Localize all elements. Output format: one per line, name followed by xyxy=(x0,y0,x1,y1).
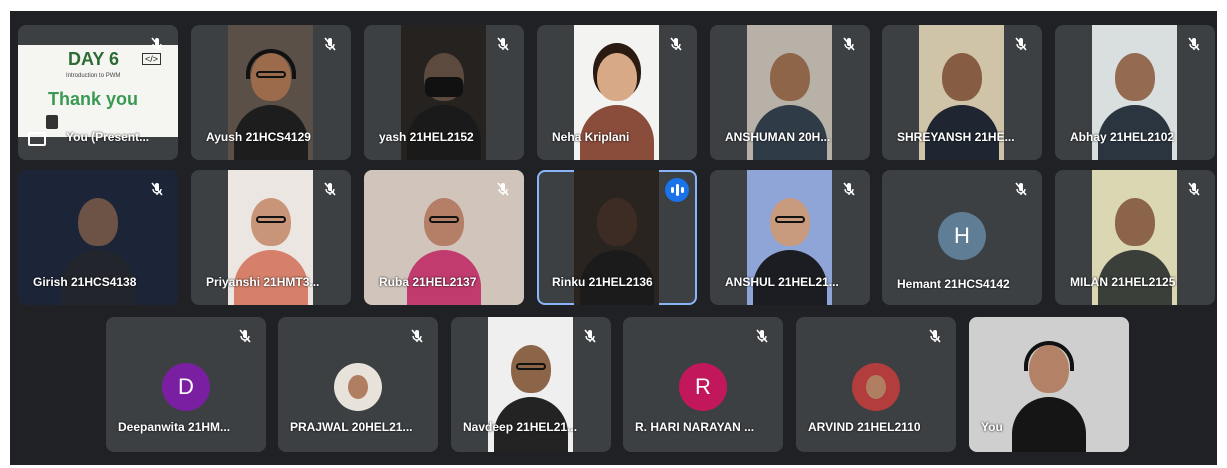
slide-subtitle: Introduction to PWM xyxy=(66,73,121,79)
participant-name: Navdeep 21HEL21... xyxy=(463,420,578,434)
glasses xyxy=(515,363,546,370)
mic-off-icon xyxy=(1184,179,1204,199)
participant-tile[interactable]: SHREYANSH 21HE... xyxy=(882,25,1042,160)
participant-avatar: H xyxy=(938,212,986,260)
participant-tile[interactable]: D Deepanwita 21HM... xyxy=(106,317,266,452)
participant-tile[interactable]: DAY 6 </> Introduction to PWM Thank you You … xyxy=(18,25,178,160)
mic-off-icon xyxy=(839,34,859,54)
person-head xyxy=(941,53,982,101)
participant-name: Ruba 21HEL2137 xyxy=(379,275,477,289)
participant-tile[interactable]: Priyanshi 21HMT3... xyxy=(191,170,351,305)
participant-tile[interactable]: Abhay 21HEL2102 xyxy=(1055,25,1215,160)
participant-name: Priyanshi 21HMT3... xyxy=(206,275,320,289)
participant-name: PRAJWAL 20HEL21... xyxy=(290,420,413,434)
presentation-preview: DAY 6 </> Introduction to PWM Thank you xyxy=(18,45,178,137)
headphones xyxy=(245,49,296,79)
person-head xyxy=(1114,198,1155,246)
mic-off-icon xyxy=(752,326,772,346)
robot-icon xyxy=(46,115,58,129)
person-head xyxy=(596,198,637,246)
participant-avatar: R xyxy=(679,363,727,411)
participant-name: MILAN 21HEL2125 xyxy=(1070,275,1176,289)
participant-tile[interactable]: ANSHUMAN 20H... xyxy=(710,25,870,160)
participant-tile[interactable]: You xyxy=(969,317,1129,452)
glasses xyxy=(429,216,459,223)
avatar-face xyxy=(866,375,886,399)
slide-title: DAY 6 xyxy=(68,49,120,69)
mic-off-icon xyxy=(1184,34,1204,54)
participant-name: Neha Kriplani xyxy=(552,130,630,144)
headphones xyxy=(1024,341,1074,371)
glasses xyxy=(255,216,286,223)
mic-off-icon xyxy=(407,326,427,346)
participant-name: ARVIND 21HEL2110 xyxy=(808,420,921,434)
participant-tile[interactable]: R R. HARI NARAYAN ... xyxy=(623,317,783,452)
mic-off-icon xyxy=(147,179,167,199)
glasses xyxy=(774,216,805,223)
participant-name: Girish 21HCS4138 xyxy=(33,275,137,289)
mic-off-icon xyxy=(580,326,600,346)
participant-tile[interactable]: ARVIND 21HEL2110 xyxy=(796,317,956,452)
speaking-indicator-icon xyxy=(665,178,689,202)
face-mask xyxy=(424,77,463,97)
participant-avatar: D xyxy=(162,363,210,411)
participant-name: You (Present... xyxy=(66,130,150,144)
participant-tile[interactable]: yash 21HEL2152 xyxy=(364,25,524,160)
meeting-grid: DAY 6 </> Introduction to PWM Thank you You … xyxy=(10,11,1217,465)
participant-name: Hemant 21HCS4142 xyxy=(897,277,1010,291)
participant-tile[interactable]: H Hemant 21HCS4142 xyxy=(882,170,1042,305)
mic-off-icon xyxy=(839,179,859,199)
person-head xyxy=(769,53,810,101)
participant-name: Deepanwita 21HM... xyxy=(118,420,231,434)
mic-off-icon xyxy=(493,179,513,199)
participant-name: ANSHUMAN 20H... xyxy=(725,130,831,144)
mic-off-icon xyxy=(320,34,340,54)
participant-name: Ayush 21HCS4129 xyxy=(206,130,311,144)
mic-off-icon xyxy=(1011,179,1031,199)
person-head xyxy=(1114,53,1155,101)
participant-name: R. HARI NARAYAN ... xyxy=(635,420,755,434)
participant-tile[interactable]: Rinku 21HEL2136 xyxy=(537,170,697,305)
participant-name: ANSHUL 21HEL21... xyxy=(725,275,839,289)
slide-thanks: Thank you xyxy=(48,89,139,109)
mic-off-icon xyxy=(320,179,340,199)
code-badge: </> xyxy=(142,53,162,65)
mic-off-icon xyxy=(925,326,945,346)
mic-off-icon xyxy=(235,326,255,346)
participant-tile[interactable]: Ruba 21HEL2137 xyxy=(364,170,524,305)
person-head xyxy=(78,198,118,246)
participant-tile[interactable]: ANSHUL 21HEL21... xyxy=(710,170,870,305)
participant-avatar-photo xyxy=(852,363,900,411)
mic-off-icon xyxy=(493,34,513,54)
participant-tile[interactable]: PRAJWAL 20HEL21... xyxy=(278,317,438,452)
person-head xyxy=(596,53,637,101)
participant-tile[interactable]: Girish 21HCS4138 xyxy=(18,170,178,305)
participant-tile[interactable]: Ayush 21HCS4129 xyxy=(191,25,351,160)
participant-tile[interactable]: Navdeep 21HEL21... xyxy=(451,317,611,452)
participant-tile[interactable]: MILAN 21HEL2125 xyxy=(1055,170,1215,305)
participant-name: Rinku 21HEL2136 xyxy=(552,275,653,289)
participant-name: Abhay 21HEL2102 xyxy=(1070,130,1175,144)
participant-name: You xyxy=(981,420,1003,434)
participant-name: SHREYANSH 21HE... xyxy=(897,130,1015,144)
mic-off-icon xyxy=(666,34,686,54)
participant-avatar-photo xyxy=(334,363,382,411)
mic-off-icon xyxy=(1011,34,1031,54)
avatar-face xyxy=(348,375,368,399)
participant-tile[interactable]: Neha Kriplani xyxy=(537,25,697,160)
participant-name: yash 21HEL2152 xyxy=(379,130,474,144)
mic-off-icon xyxy=(147,34,167,54)
